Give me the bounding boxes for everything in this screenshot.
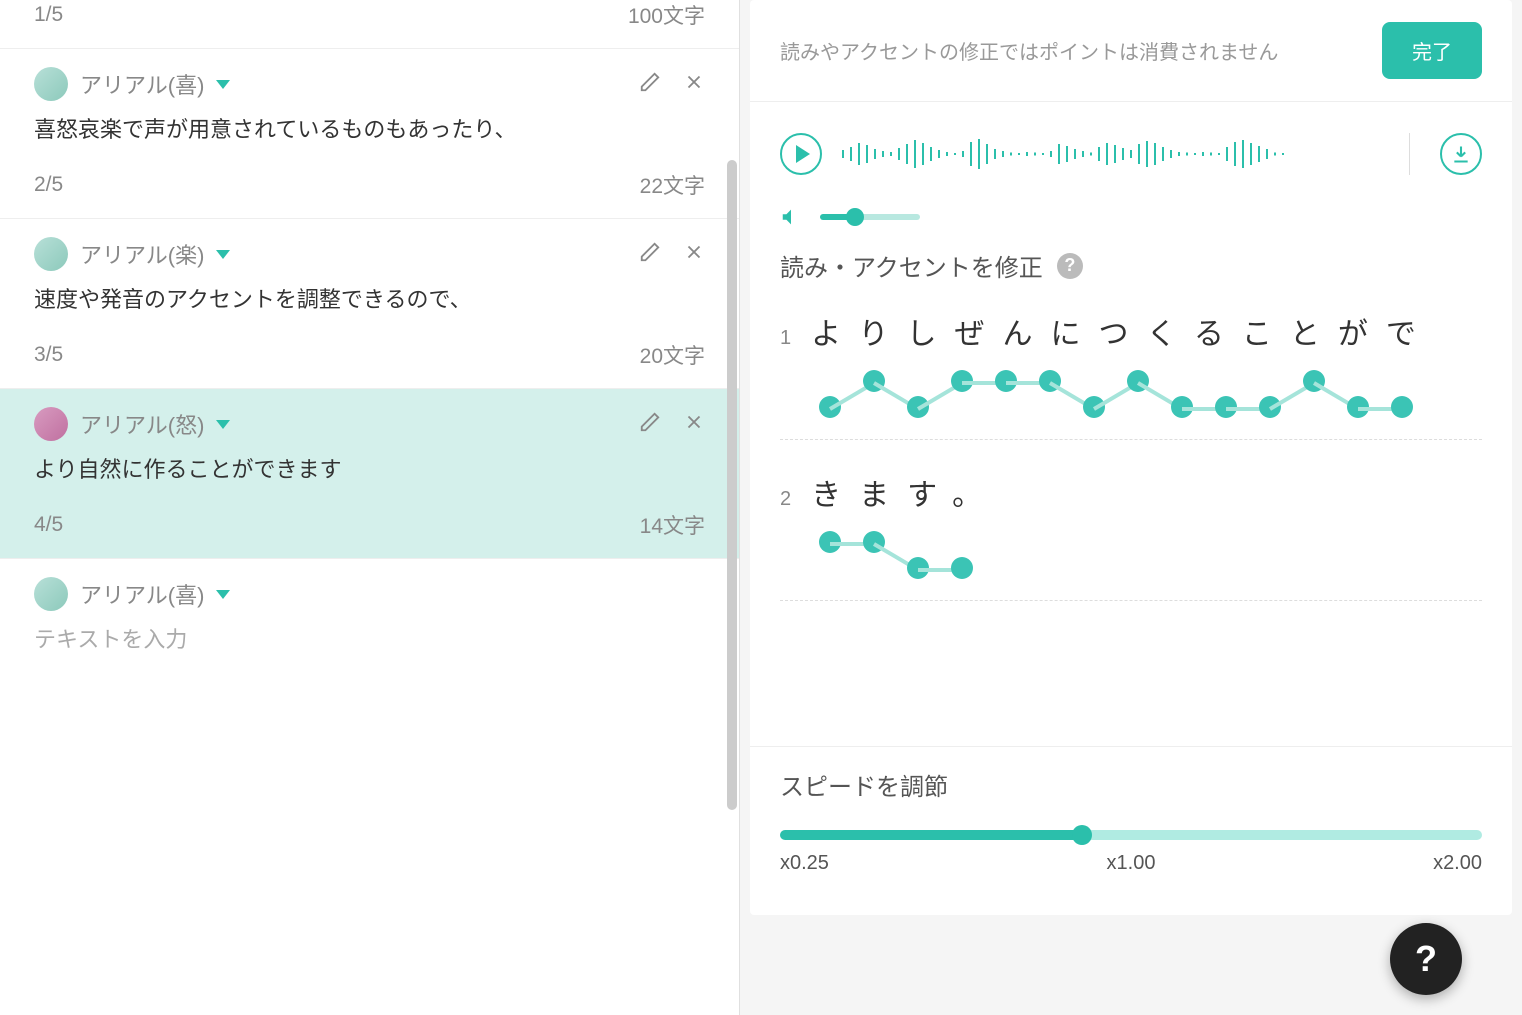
card-index: 3/5 [34, 343, 63, 367]
avatar [34, 67, 68, 101]
char-count: 22文字 [640, 170, 705, 200]
pitch-graph[interactable] [824, 530, 1482, 580]
avatar [34, 237, 68, 271]
text-card[interactable]: 1/5 100文字 [0, 0, 739, 49]
accent-line: 1 よりしぜんにつくることがで [780, 309, 1482, 440]
help-fab[interactable]: ? [1390, 923, 1462, 995]
play-button[interactable] [780, 133, 822, 175]
close-icon[interactable] [683, 241, 705, 263]
text-cards-list: 1/5 100文字 アリアル(喜) 喜怒哀楽で声が用意されているものもあったり、 [0, 0, 740, 1015]
edit-icon[interactable] [639, 411, 661, 433]
card-text: より自然に作ることができます [34, 453, 705, 486]
voice-name: アリアル(喜) [80, 68, 204, 100]
speed-slider[interactable] [780, 830, 1482, 840]
close-icon[interactable] [683, 411, 705, 433]
divider [1409, 133, 1410, 175]
chevron-down-icon[interactable] [216, 590, 230, 599]
line-number: 1 [780, 327, 791, 350]
char-count: 20文字 [640, 340, 705, 370]
chevron-down-icon[interactable] [216, 80, 230, 89]
speed-section-title: スピードを調節 [780, 767, 1482, 802]
edit-icon[interactable] [639, 71, 661, 93]
accent-line: 2 きます。 [780, 470, 1482, 601]
card-text: 喜怒哀楽で声が用意されているものもあったり、 [34, 113, 705, 146]
done-button[interactable]: 完了 [1382, 22, 1482, 79]
volume-icon [780, 206, 802, 228]
card-index: 2/5 [34, 173, 63, 197]
waveform[interactable] [842, 132, 1389, 176]
voice-name: アリアル(楽) [80, 238, 204, 270]
line-number: 2 [780, 488, 791, 511]
pitch-graph[interactable] [824, 369, 1482, 419]
text-card[interactable]: アリアル(楽) 速度や発音のアクセントを調整できるので、 3/5 20文字 [0, 219, 739, 389]
editor-panel: 読みやアクセントの修正ではポイントは消費されません 完了 [750, 0, 1512, 915]
card-text: 速度や発音のアクセントを調整できるので、 [34, 283, 705, 316]
card-index: 1/5 [34, 3, 63, 27]
accent-section-title: 読み・アクセントを修正 [780, 248, 1043, 283]
char-count: 14文字 [640, 510, 705, 540]
points-notice: 読みやアクセントの修正ではポイントは消費されません [780, 36, 1278, 65]
chevron-down-icon[interactable] [216, 250, 230, 259]
help-icon[interactable]: ? [1057, 253, 1083, 279]
char-count: 100文字 [628, 0, 705, 30]
accent-text[interactable]: きます。 [811, 470, 1000, 514]
text-card-selected[interactable]: アリアル(怒) より自然に作ることができます 4/5 14文字 [0, 389, 739, 559]
play-icon [796, 145, 810, 163]
avatar [34, 407, 68, 441]
volume-thumb[interactable] [846, 208, 864, 226]
download-button[interactable] [1440, 133, 1482, 175]
speed-min-label: x0.25 [780, 852, 829, 875]
chevron-down-icon[interactable] [216, 420, 230, 429]
scrollbar[interactable] [727, 160, 737, 810]
speed-max-label: x2.00 [1433, 852, 1482, 875]
speed-thumb[interactable] [1072, 825, 1092, 845]
close-icon[interactable] [683, 71, 705, 93]
volume-slider[interactable] [820, 214, 920, 220]
edit-icon[interactable] [639, 241, 661, 263]
voice-name: アリアル(怒) [80, 408, 204, 440]
card-placeholder[interactable]: テキストを入力 [34, 623, 705, 656]
accent-text[interactable]: よりしぜんにつくることがで [811, 309, 1434, 353]
voice-name: アリアル(喜) [80, 578, 204, 610]
card-index: 4/5 [34, 513, 63, 537]
text-card-empty[interactable]: アリアル(喜) テキストを入力 [0, 559, 739, 698]
text-card[interactable]: アリアル(喜) 喜怒哀楽で声が用意されているものもあったり、 2/5 22文字 [0, 49, 739, 219]
avatar [34, 577, 68, 611]
speed-mid-label: x1.00 [1107, 852, 1156, 875]
